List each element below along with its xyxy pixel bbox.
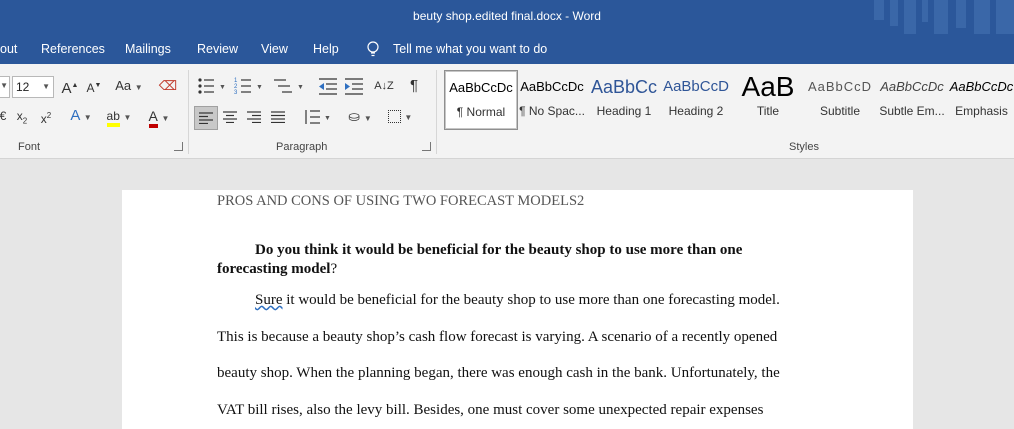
lightbulb-icon bbox=[367, 41, 379, 57]
svg-text:▼: ▼ bbox=[219, 84, 226, 91]
svg-text:▼: ▼ bbox=[256, 84, 263, 91]
grow-font-button[interactable]: A▲ bbox=[60, 76, 80, 97]
style-preview: AaBbCc bbox=[590, 77, 658, 97]
tab-review[interactable]: Review bbox=[197, 42, 238, 56]
style-preview: AaBbCcDc bbox=[880, 79, 944, 94]
question-mark: ? bbox=[330, 261, 338, 277]
subscript-button[interactable]: x2 bbox=[12, 106, 32, 126]
align-center-icon[interactable] bbox=[223, 111, 237, 123]
clear-formatting-icon[interactable]: ⌫ bbox=[158, 76, 178, 96]
tell-me-search[interactable]: Tell me what you want to do bbox=[393, 42, 547, 56]
style-emphasis[interactable]: AaBbCcDc Emphasis bbox=[949, 70, 1014, 128]
style-preview: AaBbCcD bbox=[663, 78, 729, 95]
group-separator bbox=[436, 70, 437, 154]
paragraph-dialog-launcher-icon[interactable] bbox=[422, 142, 431, 151]
svg-text:▼: ▼ bbox=[297, 84, 304, 91]
font-color-button[interactable]: A ▼ bbox=[142, 106, 176, 128]
style-name: Subtle Em... bbox=[879, 104, 945, 118]
tab-mailings[interactable]: Mailings bbox=[125, 42, 171, 56]
style-name: ¶ No Spac... bbox=[519, 104, 585, 118]
group-separator bbox=[188, 70, 189, 154]
answer-line-1: Sure it would be beneficial for the beau… bbox=[255, 292, 780, 309]
answer-line-3: beauty shop. When the planning began, th… bbox=[217, 365, 780, 381]
title-bar: beuty shop.edited final.docx - Word bbox=[0, 0, 1014, 34]
font-size-value: 12 bbox=[16, 80, 30, 94]
tab-help[interactable]: Help bbox=[313, 42, 339, 56]
page-header: PROS AND CONS OF USING TWO FORECAST MODE… bbox=[217, 193, 585, 209]
paragraph-group-label: Paragraph bbox=[276, 141, 328, 153]
tab-layout[interactable]: out bbox=[0, 42, 17, 56]
answer-line-1-rest: it would be beneficial for the beauty sh… bbox=[282, 292, 780, 308]
spelling-flagged-word[interactable]: Sure bbox=[255, 292, 283, 308]
paint-bucket-icon: ⛀ bbox=[348, 108, 360, 124]
ribbon-tabs: out References Mailings Review View Help… bbox=[0, 34, 1014, 64]
style-preview: AaBbCcDc bbox=[949, 79, 1014, 94]
style-normal[interactable]: AaBbCcDc ¶ Normal bbox=[444, 70, 518, 130]
numbering-icon[interactable]: 123 ▼ bbox=[234, 77, 264, 95]
text-effects-button[interactable]: A ▼ bbox=[66, 106, 96, 126]
style-name: Subtitle bbox=[819, 104, 861, 118]
highlighter-icon: ab bbox=[106, 109, 120, 127]
chevron-down-icon: ▼ bbox=[0, 81, 8, 90]
question-line-2: forecasting model? bbox=[217, 261, 337, 278]
highlight-color-button[interactable]: ab ▼ bbox=[102, 106, 136, 127]
svg-text:▼: ▼ bbox=[324, 115, 331, 122]
font-dialog-launcher-icon[interactable] bbox=[174, 142, 183, 151]
style-preview: AaBbCcDc bbox=[449, 80, 513, 95]
style-preview: AaB bbox=[741, 71, 795, 102]
superscript-button[interactable]: x2 bbox=[36, 106, 56, 126]
question-text: forecasting model bbox=[217, 261, 331, 277]
change-case-label: Aa bbox=[115, 78, 132, 93]
title-bar-decoration bbox=[874, 0, 1014, 34]
document-page[interactable]: PROS AND CONS OF USING TWO FORECAST MODE… bbox=[122, 190, 913, 429]
borders-icon bbox=[387, 110, 401, 124]
justify-icon[interactable] bbox=[271, 111, 285, 123]
style-heading-2[interactable]: AaBbCcD Heading 2 bbox=[661, 70, 731, 128]
align-right-icon[interactable] bbox=[247, 111, 261, 123]
font-size-dropdown[interactable]: 12 ▼ bbox=[12, 76, 54, 98]
increase-indent-icon[interactable] bbox=[344, 77, 364, 95]
svg-text:3: 3 bbox=[234, 90, 238, 95]
style-heading-1[interactable]: AaBbCc Heading 1 bbox=[589, 70, 659, 128]
font-name-dropdown[interactable]: ▼ bbox=[0, 76, 10, 98]
window-title: beuty shop.edited final.docx - Word bbox=[413, 9, 601, 23]
style-name: Heading 2 bbox=[668, 104, 724, 118]
bullets-icon[interactable]: ▼ bbox=[197, 77, 227, 95]
styles-group-label: Styles bbox=[789, 141, 819, 153]
style-name: Emphasis bbox=[955, 104, 1008, 118]
answer-line-4: VAT bill rises, also the levy bill. Besi… bbox=[217, 402, 764, 418]
style-title[interactable]: AaB Title bbox=[733, 70, 803, 128]
font-color-icon: A bbox=[148, 108, 158, 128]
show-formatting-marks-icon[interactable]: ¶ bbox=[405, 76, 423, 96]
style-preview: AaBbCcDc bbox=[520, 79, 584, 94]
change-case-button[interactable]: Aa ▼ bbox=[113, 76, 145, 96]
tab-view[interactable]: View bbox=[261, 42, 288, 56]
style-no-spacing[interactable]: AaBbCcDc ¶ No Spac... bbox=[517, 70, 587, 128]
multilevel-list-icon[interactable]: ▼ bbox=[273, 77, 305, 95]
style-subtitle[interactable]: AaBbCcD Subtitle bbox=[805, 70, 875, 128]
style-preview: AaBbCcD bbox=[807, 79, 873, 94]
align-left-button[interactable] bbox=[194, 106, 218, 130]
chevron-down-icon: ▼ bbox=[42, 82, 50, 91]
strikethrough-button[interactable]: € bbox=[0, 106, 8, 126]
style-name: ¶ Normal bbox=[456, 105, 506, 119]
tab-references[interactable]: References bbox=[41, 42, 105, 56]
shading-button[interactable]: ⛀ ▼ bbox=[343, 106, 377, 126]
decrease-indent-icon[interactable] bbox=[318, 77, 338, 95]
style-name: Heading 1 bbox=[596, 104, 652, 118]
line-spacing-icon[interactable]: ▼ bbox=[303, 108, 331, 126]
ribbon: ▼ 12 ▼ A▲ A▼ Aa ▼ ⌫ € x2 x2 A ▼ ab ▼ A ▼… bbox=[0, 64, 1014, 159]
question-line-1: Do you think it would be beneficial for … bbox=[255, 242, 743, 258]
style-name: Title bbox=[756, 104, 780, 118]
shrink-font-button[interactable]: A▼ bbox=[84, 76, 104, 96]
font-group-label: Font bbox=[18, 141, 41, 153]
answer-line-2: This is because a beauty shop’s cash flo… bbox=[217, 329, 778, 345]
borders-button[interactable]: ▼ bbox=[383, 106, 417, 126]
sort-icon[interactable]: A↓Z bbox=[372, 76, 396, 96]
align-left-icon bbox=[199, 112, 213, 125]
style-subtle-emphasis[interactable]: AaBbCcDc Subtle Em... bbox=[877, 70, 947, 128]
